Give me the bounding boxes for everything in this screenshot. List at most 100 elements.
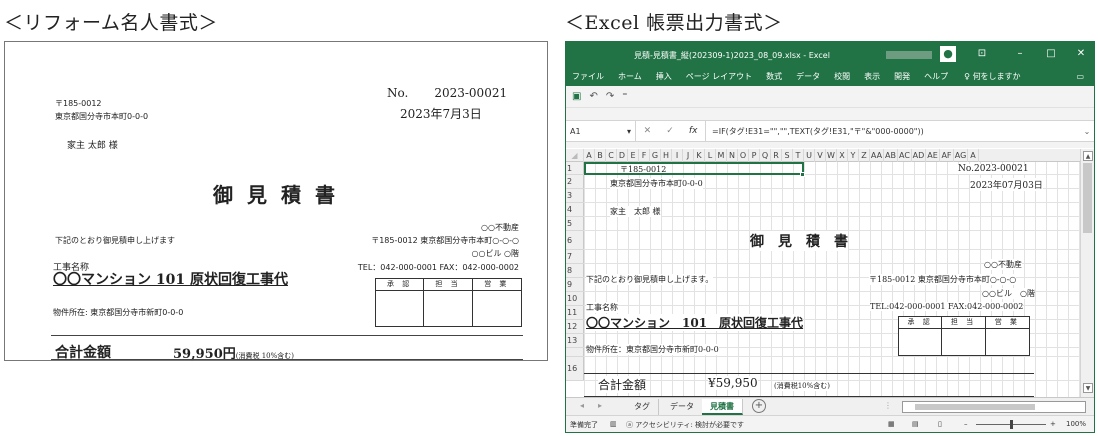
cell-company-building[interactable]: ○○ビル ○階	[982, 288, 1035, 299]
tab-view[interactable]: 表示	[864, 71, 880, 82]
column-header[interactable]: C	[606, 149, 617, 162]
add-sheet-button[interactable]: +	[752, 399, 766, 413]
insert-function-icon[interactable]: fx	[689, 126, 698, 136]
cell-total-label[interactable]: 合計金額	[598, 376, 647, 393]
redo-icon[interactable]: ↷	[606, 91, 614, 102]
column-header[interactable]: L	[705, 149, 716, 162]
row-header[interactable]: 16	[566, 357, 584, 381]
maximize-button[interactable]: □	[1043, 47, 1059, 61]
cell-number[interactable]: No.2023-00021	[958, 164, 1029, 174]
tab-data[interactable]: データ	[796, 71, 820, 82]
column-header[interactable]: AC	[898, 149, 912, 162]
column-header[interactable]: O	[738, 149, 749, 162]
tab-insert[interactable]: 挿入	[656, 71, 672, 82]
zoom-in-icon[interactable]: +	[1050, 420, 1056, 428]
zoom-level[interactable]: 100%	[1066, 420, 1086, 428]
column-header[interactable]: AE	[926, 149, 940, 162]
cell-total-value[interactable]: ¥59,950	[708, 376, 758, 390]
tab-home[interactable]: ホーム	[618, 71, 642, 82]
selected-cell-a1[interactable]	[584, 162, 804, 175]
save-icon[interactable]: ▣	[572, 91, 581, 102]
normal-view-icon[interactable]: ▦	[888, 420, 895, 428]
column-header[interactable]: K	[694, 149, 705, 162]
column-header[interactable]: A	[968, 149, 979, 162]
column-header[interactable]: G	[650, 149, 661, 162]
cell-total-tax[interactable]: (消費税10%含む)	[774, 381, 831, 391]
cell-project-name[interactable]: 〇〇マンション 101 原状回復工事代	[586, 314, 804, 331]
column-header[interactable]: AB	[884, 149, 898, 162]
tell-me-search[interactable]: ♀ 何をしますか	[964, 71, 1020, 82]
column-header[interactable]: E	[628, 149, 639, 162]
tab-page-layout[interactable]: ページ レイアウト	[686, 71, 752, 82]
prev-sheet-icon[interactable]: ◂	[580, 401, 584, 410]
column-header[interactable]: P	[749, 149, 760, 162]
row-header[interactable]: 7	[566, 250, 584, 264]
page-break-view-icon[interactable]: ▯	[938, 420, 942, 428]
row-header[interactable]: 11	[566, 306, 584, 320]
sheet-tab-estimate[interactable]: 見積書	[702, 399, 743, 415]
undo-icon[interactable]: ↶	[589, 91, 597, 102]
column-header[interactable]: J	[683, 149, 694, 162]
tab-developer[interactable]: 開発	[894, 71, 910, 82]
column-header[interactable]: A	[584, 149, 595, 162]
sheet-tab-tag[interactable]: タグ	[626, 399, 659, 415]
column-header[interactable]: R	[771, 149, 782, 162]
column-header[interactable]: B	[595, 149, 606, 162]
row-header[interactable]: 1	[566, 162, 584, 175]
sheet-tab-data[interactable]: データ	[662, 399, 703, 415]
row-header[interactable]: 6	[566, 231, 584, 250]
cell-company-tel[interactable]: TEL:042-000-0001 FAX:042-000-0002	[870, 302, 1024, 311]
column-header[interactable]: AD	[912, 149, 926, 162]
column-header[interactable]: U	[804, 149, 815, 162]
tab-review[interactable]: 校閲	[834, 71, 850, 82]
comments-icon[interactable]: ▭	[1076, 72, 1084, 81]
expand-formula-icon[interactable]: ⌄	[1080, 127, 1094, 136]
column-header[interactable]: W	[826, 149, 837, 162]
horizontal-scroll-thumb[interactable]	[915, 404, 1035, 410]
vertical-scrollbar[interactable]: ▲ ▼	[1080, 149, 1094, 397]
column-header[interactable]: I	[672, 149, 683, 162]
cell-company[interactable]: ○○不動産	[984, 259, 1022, 270]
horizontal-scrollbar[interactable]	[902, 401, 1086, 413]
vertical-scroll-thumb[interactable]	[1083, 163, 1092, 233]
zoom-slider-thumb[interactable]	[1010, 420, 1013, 429]
row-header[interactable]: 4	[566, 203, 584, 217]
column-header[interactable]: M	[716, 149, 727, 162]
column-header[interactable]: Z	[859, 149, 870, 162]
row-header[interactable]	[566, 348, 584, 357]
row-header[interactable]: 2	[566, 175, 584, 189]
column-header[interactable]: S	[782, 149, 793, 162]
cell-title[interactable]: 御 見 積 書	[750, 231, 848, 251]
row-header[interactable]: 10	[566, 292, 584, 306]
close-button[interactable]: ✕	[1073, 47, 1089, 61]
row-header[interactable]: 12	[566, 320, 584, 334]
column-header[interactable]: AF	[940, 149, 954, 162]
tab-file[interactable]: ファイル	[572, 71, 604, 82]
row-header[interactable]: 3	[566, 189, 584, 203]
column-header[interactable]: AA	[870, 149, 884, 162]
column-header[interactable]: T	[793, 149, 804, 162]
column-header[interactable]: AG	[954, 149, 968, 162]
fill-handle[interactable]	[800, 172, 805, 177]
cell-intro[interactable]: 下記のとおり御見積申し上げます。	[586, 274, 714, 285]
avatar[interactable]: ●	[940, 46, 956, 62]
tab-help[interactable]: ヘルプ	[924, 71, 948, 82]
cancel-icon[interactable]: ✕	[644, 126, 652, 136]
formula-input[interactable]: =IF(タグ!E31="","",TEXT(タグ!E31,"〒"&"000-00…	[706, 126, 1080, 137]
cell-customer[interactable]: 家主 太郎 様	[610, 206, 661, 217]
column-header[interactable]: Q	[760, 149, 771, 162]
cell-project-label[interactable]: 工事名称	[586, 302, 618, 313]
column-header[interactable]: Y	[848, 149, 859, 162]
macro-record-icon[interactable]: ▥	[610, 420, 617, 428]
row-header[interactable]: 13	[566, 334, 584, 348]
cell-address[interactable]: 東京都国分寺市本町0-0-0	[610, 178, 703, 189]
row-header[interactable]: 5	[566, 217, 584, 231]
customize-qat-icon[interactable]: ⁼	[622, 91, 627, 102]
column-header[interactable]: V	[815, 149, 826, 162]
ribbon-display-icon[interactable]: ⊡	[974, 47, 990, 61]
column-header[interactable]: D	[617, 149, 628, 162]
cell-date[interactable]: 2023年07月03日	[970, 178, 1043, 191]
row-header[interactable]: 9	[566, 278, 584, 292]
cell-company-address[interactable]: 〒185-0012 東京都国分寺市本町○-○-○	[869, 274, 1017, 285]
enter-icon[interactable]: ✓	[666, 126, 674, 136]
